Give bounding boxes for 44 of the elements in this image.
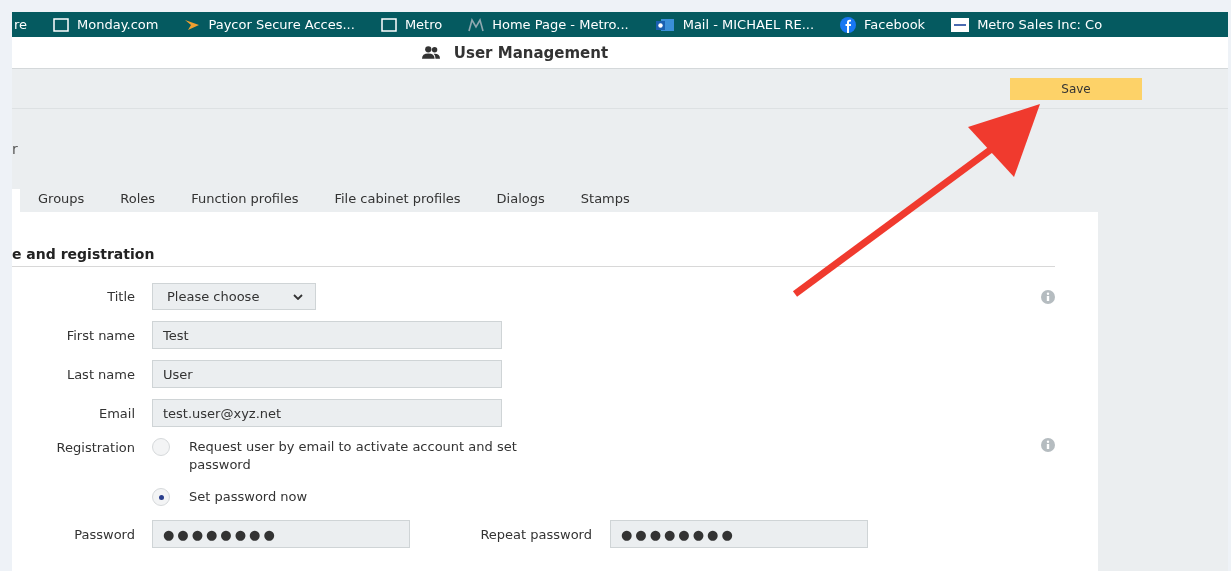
bookmark-link[interactable]: Mail - MICHAEL RE... [654,17,815,32]
info-icon[interactable] [1041,289,1055,304]
m-logo-icon [468,17,485,32]
facebook-icon [840,16,857,33]
bookmark-link[interactable]: Paycor Secure Acces... [184,17,355,32]
radio-button[interactable] [152,438,170,456]
save-button[interactable]: Save [1010,77,1142,100]
tab[interactable]: Roles [102,191,174,212]
info-icon[interactable] [1041,438,1055,452]
field-label: Registration [55,439,136,455]
text-field[interactable]: test.user@xyz.net [152,399,502,427]
users-icon [421,45,440,60]
bookmark-link[interactable]: Facebook [840,16,926,33]
text-field[interactable]: Test [152,321,502,349]
tab[interactable]: Dialogs [478,191,563,212]
field-label: Title [106,289,136,304]
password-field[interactable]: ●●●●●●●● [610,520,868,548]
field-label: Repeat password [479,526,593,542]
folder-icon [53,17,70,32]
field-label: Email [97,405,136,421]
radio-label: Set password now [189,488,309,506]
text-field[interactable]: User [152,360,502,388]
tab[interactable]: Stamps [562,191,648,212]
title-dropdown[interactable]: Please choose [152,283,316,310]
radio-label: Request user by email to activate account and set password [189,438,518,474]
folder-icon [380,17,397,32]
password-field[interactable]: ●●●●●●●● [152,520,410,548]
field-label: Password [73,526,136,542]
tab[interactable]: Function profiles [173,191,317,212]
page-title: r [12,141,18,157]
chevron-down-icon [293,293,303,300]
mail-icon [654,17,675,32]
field-label: First name [65,327,136,343]
bookmark-link[interactable]: Metro [380,17,443,32]
field-label: Last name [65,366,136,382]
page-header-title: User Management [453,43,609,62]
bookmark-link[interactable]: Monday.com [53,17,159,32]
tab[interactable]: Groups [20,191,103,212]
section-heading: e and registration [12,212,1055,267]
bookmark-link[interactable]: Metro Sales Inc: Co [951,17,1103,32]
radio-button[interactable] [152,488,170,506]
tab[interactable]: File cabinet profiles [316,191,479,212]
bookmark-link[interactable]: Home Page - Metro... [468,17,629,32]
bookmark-link[interactable]: re [14,17,28,32]
